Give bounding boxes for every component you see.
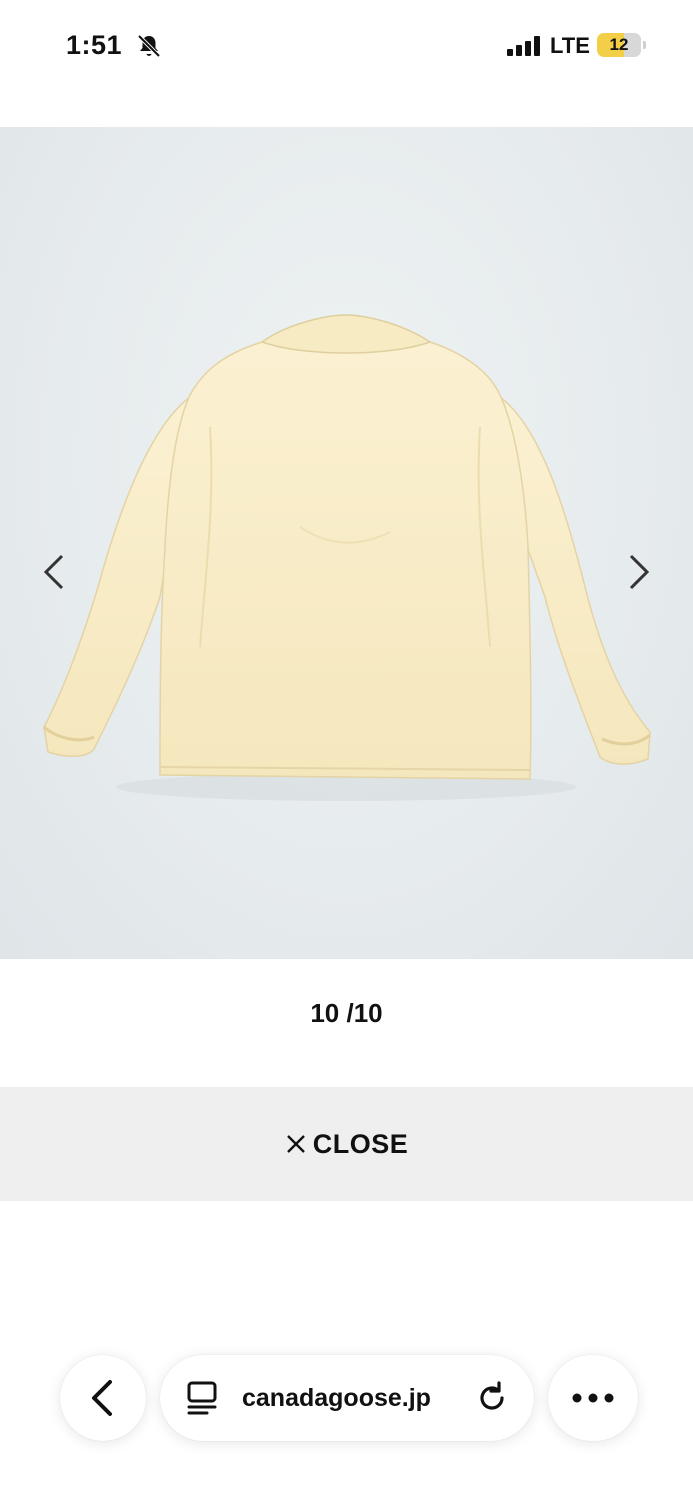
tab-overview-icon[interactable]: [185, 1380, 221, 1416]
chevron-right-icon[interactable]: [623, 552, 653, 592]
battery-icon: 12: [597, 33, 641, 57]
close-button-label: CLOSE: [312, 1128, 409, 1159]
more-dots-icon: [572, 1393, 614, 1403]
product-image: [43, 314, 651, 801]
chevron-left-icon: [92, 1380, 112, 1416]
status-bar: 1:51 LTE 12: [0, 0, 693, 95]
bell-slash-icon: [137, 34, 161, 58]
close-icon: [286, 1135, 305, 1153]
chevron-left-icon[interactable]: [40, 552, 70, 592]
reload-icon[interactable]: [473, 1379, 511, 1417]
network-type: LTE: [550, 33, 590, 58]
status-time: 1:51: [66, 30, 123, 60]
browser-back-button[interactable]: [60, 1355, 146, 1441]
battery-level: 12: [609, 35, 629, 54]
more-options-button[interactable]: [548, 1355, 638, 1441]
battery-tip: [643, 41, 646, 49]
close-button[interactable]: CLOSE: [0, 1087, 693, 1201]
image-counter: 10 /10: [310, 998, 383, 1028]
browser-toolbar: canadagoose.jp: [0, 1330, 693, 1500]
url-text: canadagoose.jp: [242, 1384, 431, 1412]
address-bar[interactable]: canadagoose.jp: [160, 1355, 534, 1441]
signal-bars-icon: [507, 36, 540, 56]
product-image-gallery[interactable]: [0, 127, 693, 959]
